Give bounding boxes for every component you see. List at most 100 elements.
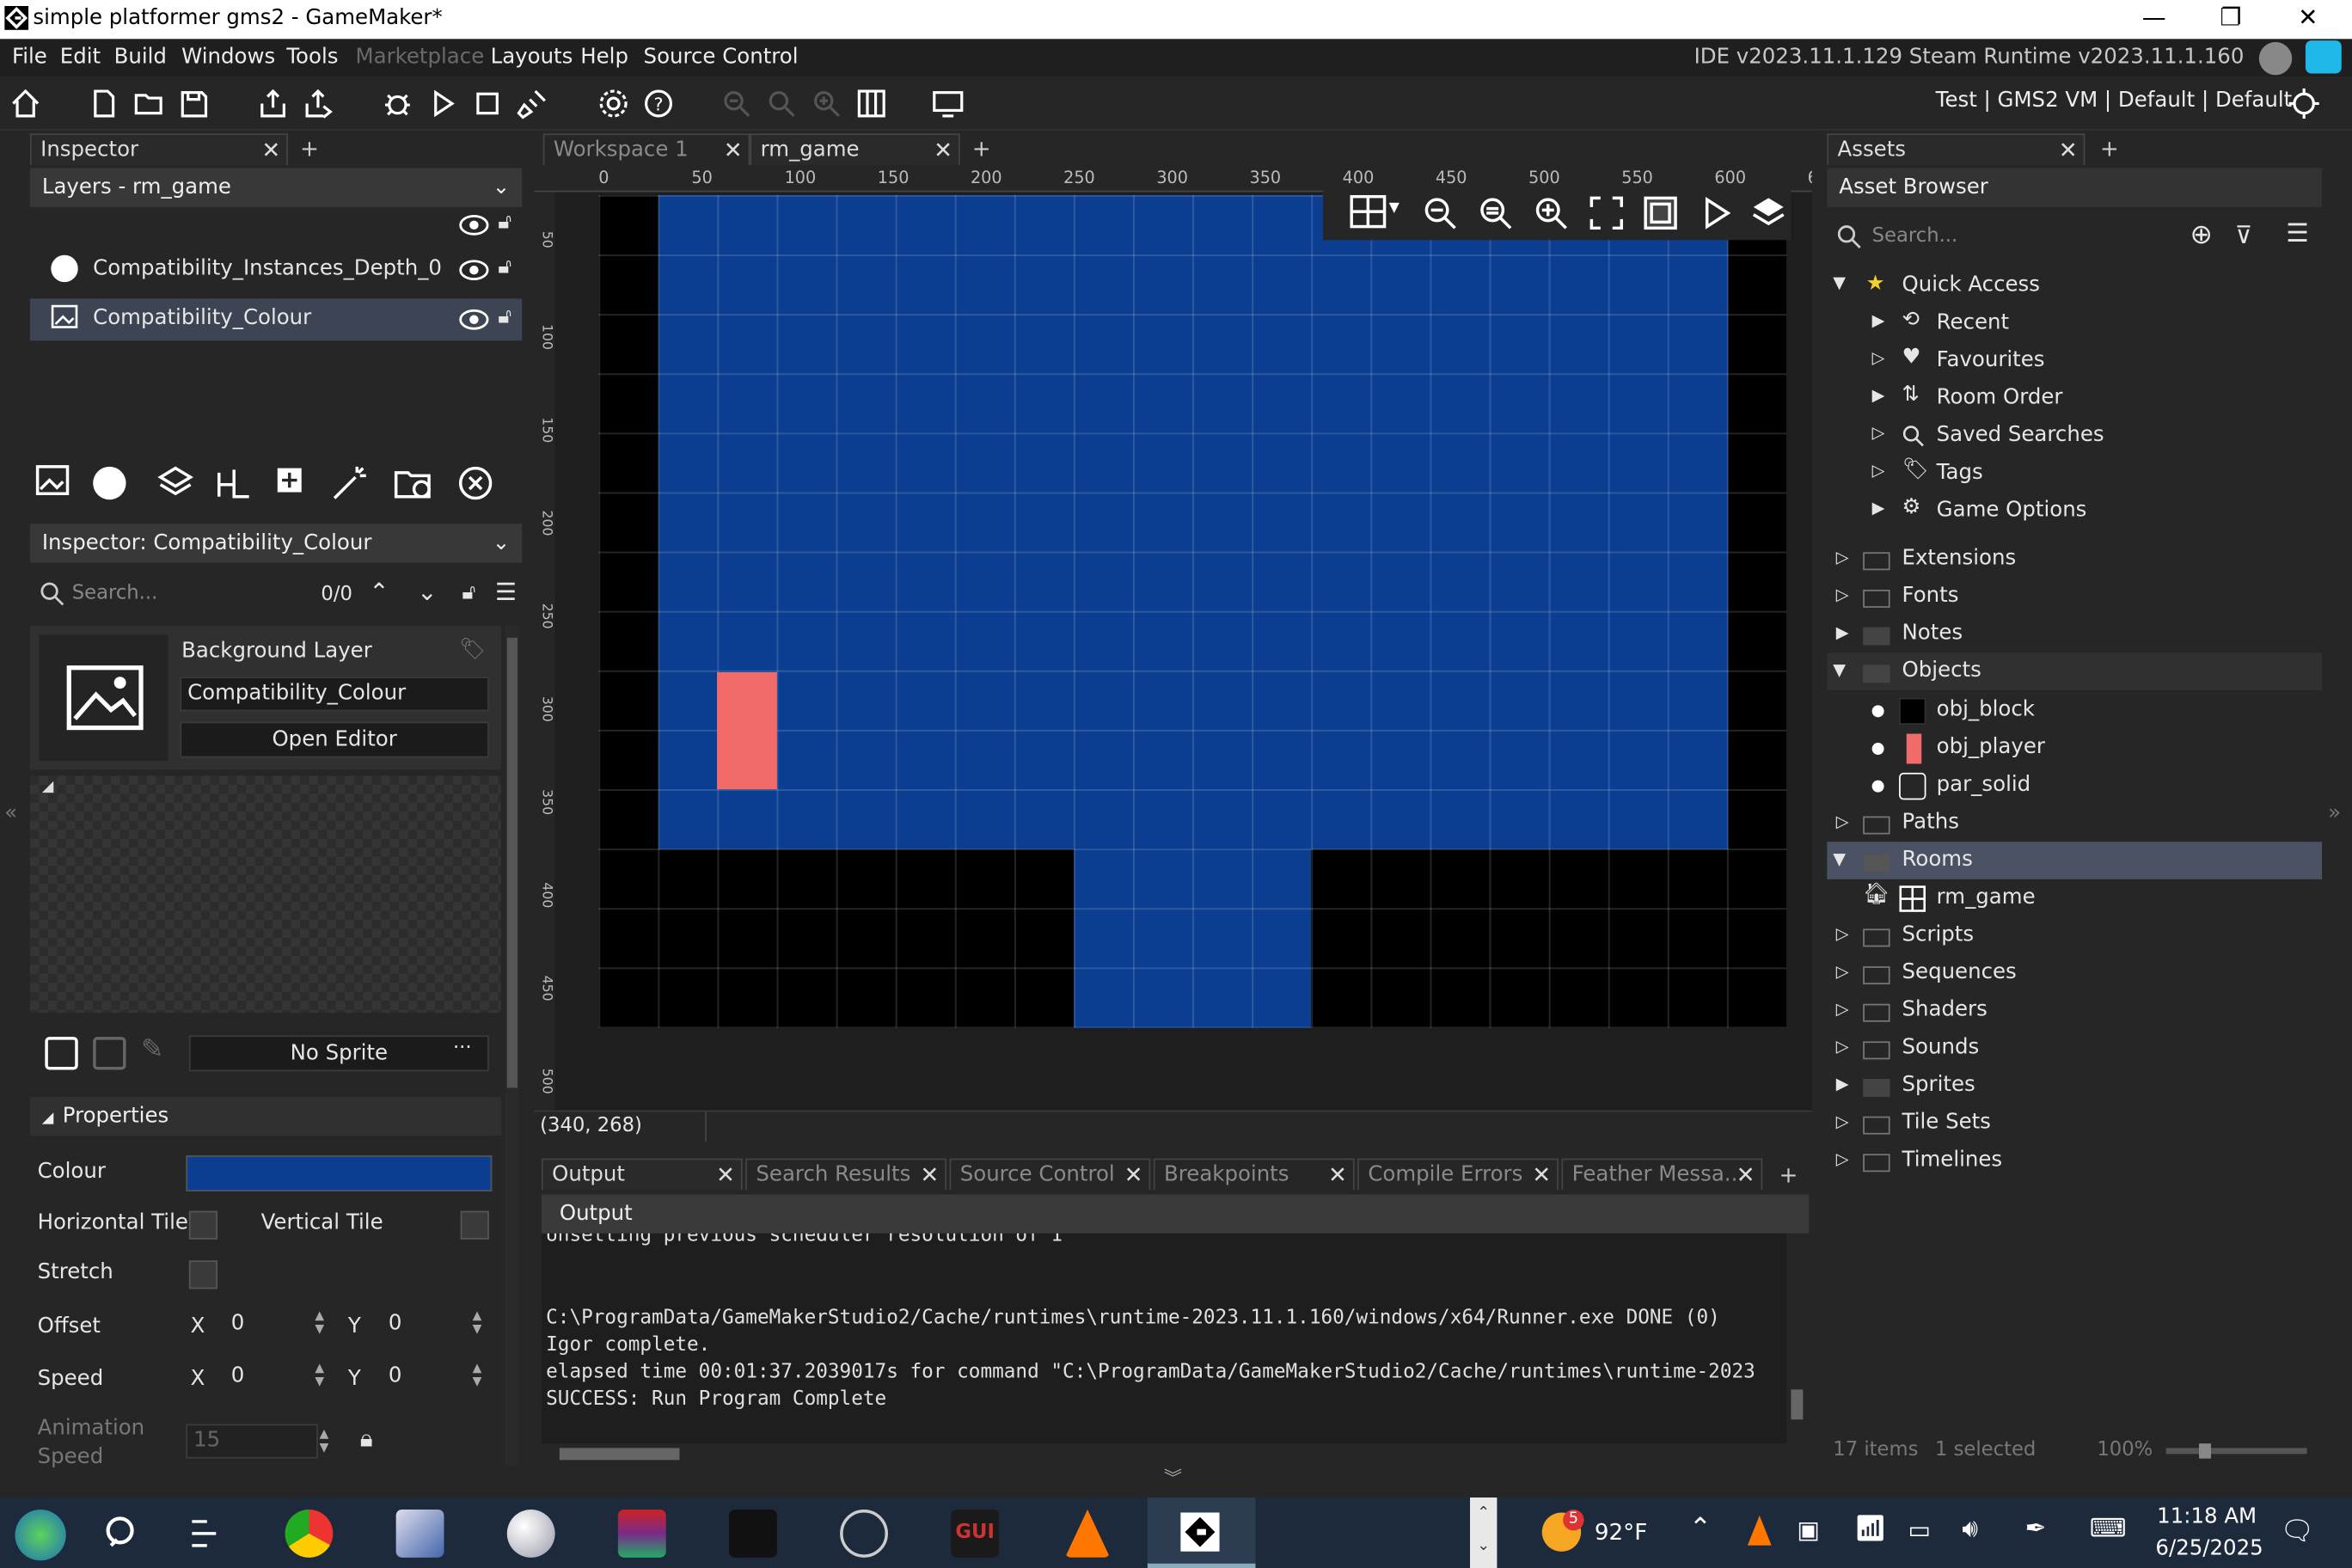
tab-rm-game[interactable]: rm_game ✕ xyxy=(750,133,960,166)
nvidia-icon[interactable] xyxy=(729,1509,777,1558)
close-icon[interactable]: ✕ xyxy=(716,1160,735,1190)
room-canvas[interactable]: 0 50 100 150 200 250 300 350 400 450 500 550 600 6 50… xyxy=(534,165,1812,1111)
obj-player-instance[interactable] xyxy=(717,671,777,790)
tab-compile-errors[interactable]: Compile Errors ✕ xyxy=(1357,1158,1559,1191)
add-tile-layer-icon[interactable] xyxy=(156,463,194,502)
folder-timelines[interactable]: Timelines xyxy=(1902,1148,2003,1172)
collapsed-arrow-icon[interactable]: ▷ xyxy=(1836,812,1849,831)
quick-access-label[interactable]: Quick Access xyxy=(1902,273,2040,297)
layers-header[interactable]: Layers - rm_game ⌄ xyxy=(29,168,523,207)
menu-windows[interactable]: Windows xyxy=(181,45,275,69)
edit-sprite-icon[interactable] xyxy=(93,1037,126,1070)
grid-icon[interactable] xyxy=(1350,194,1388,231)
restore-button[interactable]: ❐ xyxy=(2220,3,2241,31)
collapsed-arrow-icon[interactable]: ▷ xyxy=(1872,348,1885,368)
object-obj-player[interactable]: obj_player xyxy=(1937,735,2045,759)
chevron-down-icon[interactable]: ⌄ xyxy=(417,578,437,606)
chevron-down-icon[interactable]: ⌄ xyxy=(493,524,510,562)
object-par-solid[interactable]: par_solid xyxy=(1937,773,2030,797)
tab-breakpoints[interactable]: Breakpoints ✕ xyxy=(1153,1158,1355,1191)
collapsed-arrow-icon[interactable]: ▷ xyxy=(1836,1000,1849,1020)
export-settings-icon[interactable] xyxy=(300,85,336,121)
expanded-arrow-icon[interactable]: ▼ xyxy=(1833,660,1846,680)
close-icon[interactable]: ✕ xyxy=(261,135,280,165)
layer-row-selected[interactable]: Compatibility_Colour 🔓︎ xyxy=(29,298,523,341)
menu-marketplace[interactable]: Marketplace xyxy=(356,45,485,69)
pen-icon[interactable]: ✒︎ xyxy=(2025,1514,2047,1544)
folder-rooms[interactable]: Rooms xyxy=(1902,848,1973,872)
collapsed-arrow-icon[interactable]: ▶ xyxy=(1836,622,1849,642)
monitor-icon[interactable] xyxy=(930,85,966,121)
filter-icon[interactable]: ⊽ xyxy=(2235,221,2252,249)
add-instance-layer-icon[interactable] xyxy=(93,466,126,500)
keyboard-icon[interactable]: ⌨︎ xyxy=(2090,1514,2127,1544)
collapsed-arrow-icon[interactable]: ▷ xyxy=(1836,924,1849,944)
target-icon[interactable] xyxy=(2286,85,2322,121)
expanded-arrow-icon[interactable]: ▼ xyxy=(1833,849,1846,869)
notifications-icon[interactable]: 🗨︎ xyxy=(2280,1516,2314,1547)
app-sphere-icon[interactable] xyxy=(506,1509,555,1558)
add-tab-icon[interactable]: + xyxy=(2100,135,2119,162)
stop-icon[interactable] xyxy=(469,85,505,121)
close-icon[interactable]: ✕ xyxy=(2059,135,2078,165)
collapsed-arrow-icon[interactable]: ▶ xyxy=(1836,1075,1849,1094)
brush-icon[interactable]: ✎ xyxy=(141,1034,163,1066)
eye-icon[interactable] xyxy=(459,260,489,281)
add-path-layer-icon[interactable] xyxy=(213,463,252,502)
quick-item-game-options[interactable]: Game Options xyxy=(1937,499,2087,523)
collapse-right-icon[interactable]: » xyxy=(2328,801,2341,825)
save-icon[interactable] xyxy=(175,85,211,121)
close-icon[interactable]: ✕ xyxy=(724,135,743,165)
animation-speed-field[interactable]: 15 xyxy=(186,1424,318,1459)
expanded-arrow-icon[interactable]: ▼ xyxy=(1833,273,1846,293)
speed-y-stepper[interactable]: ▲ ▼ xyxy=(473,1361,487,1387)
tag-icon[interactable]: 🏷︎ xyxy=(459,638,486,662)
stretch-checkbox[interactable] xyxy=(188,1260,218,1289)
offset-x-field[interactable]: 0 xyxy=(225,1308,315,1343)
clean-icon[interactable] xyxy=(515,85,551,121)
minimize-button[interactable]: — xyxy=(2142,3,2166,31)
open-editor-button[interactable]: Open Editor xyxy=(180,721,489,758)
quick-item-tags[interactable]: Tags xyxy=(1937,461,1983,485)
taskbar-scroll[interactable]: ⌃ ⌄ xyxy=(1470,1498,1498,1568)
properties-header[interactable]: ◢ Properties xyxy=(29,1096,501,1136)
folder-extensions[interactable]: Extensions xyxy=(1902,546,2017,570)
menu-icon[interactable]: ☰ xyxy=(495,578,517,606)
new-sprite-icon[interactable] xyxy=(45,1037,78,1070)
add-asset-layer-icon[interactable] xyxy=(273,463,312,502)
add-folder-icon[interactable] xyxy=(393,463,435,502)
export-icon[interactable] xyxy=(255,85,291,121)
close-icon[interactable]: ✕ xyxy=(1328,1160,1347,1190)
close-icon[interactable]: ✕ xyxy=(934,135,952,165)
eye-icon[interactable] xyxy=(459,309,489,330)
user-avatar[interactable] xyxy=(2258,41,2293,76)
help-icon[interactable]: ? xyxy=(640,85,677,121)
close-icon[interactable]: ✕ xyxy=(1532,1160,1551,1190)
workspace-layout-icon[interactable] xyxy=(854,85,890,121)
steam-like-icon[interactable] xyxy=(840,1509,888,1558)
frame-view-icon[interactable] xyxy=(1643,195,1679,231)
offset-y-field[interactable]: 0 xyxy=(383,1308,473,1343)
settings-gear-icon[interactable] xyxy=(596,85,632,121)
quick-item-saved-searches[interactable]: Saved Searches xyxy=(1937,423,2104,447)
close-window-button[interactable]: ✕ xyxy=(2298,3,2318,31)
inspector-header[interactable]: Inspector: Compatibility_Colour ⌄ xyxy=(29,524,523,563)
tab-workspace-1[interactable]: Workspace 1 ✕ xyxy=(542,133,750,166)
menu-layouts[interactable]: Layouts xyxy=(491,45,573,69)
search-input[interactable]: Search... xyxy=(72,582,158,604)
more-icon[interactable]: ··· xyxy=(453,1037,472,1059)
tab-feather-messages[interactable]: Feather Messa... ✕ xyxy=(1561,1158,1763,1191)
lock-icon[interactable]: 🔓︎ xyxy=(462,581,475,605)
collapsed-arrow-icon[interactable]: ▶ xyxy=(1872,310,1885,330)
speed-x-field[interactable]: 0 xyxy=(225,1361,315,1395)
zoom-reset-icon[interactable] xyxy=(1478,195,1514,231)
collapsed-arrow-icon[interactable]: ▶ xyxy=(1872,386,1885,406)
chrome-icon[interactable] xyxy=(285,1509,334,1558)
layers-icon[interactable] xyxy=(1750,193,1786,230)
zoom-out-icon[interactable] xyxy=(719,85,755,121)
speed-y-field[interactable]: 0 xyxy=(383,1361,473,1395)
horizontal-tile-checkbox[interactable] xyxy=(188,1210,218,1240)
delete-layer-icon[interactable] xyxy=(456,463,494,502)
output-h-scrollbar[interactable] xyxy=(541,1446,1787,1462)
dlp-gui-icon[interactable]: GUI xyxy=(951,1509,1000,1558)
